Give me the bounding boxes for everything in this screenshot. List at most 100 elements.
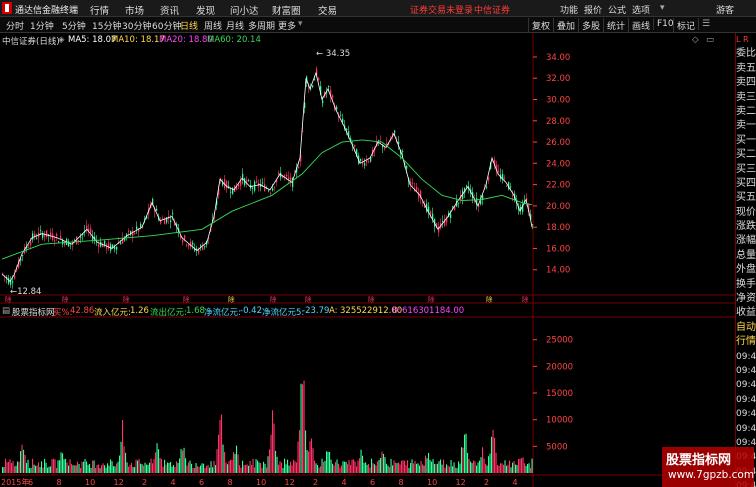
tab-1min[interactable]: 1分钟 xyxy=(30,19,54,32)
quote-field: 买三 xyxy=(736,163,756,175)
indicator-bar xyxy=(39,467,41,473)
candle-body xyxy=(140,223,142,228)
date-tick-label: 4 xyxy=(171,478,176,487)
menu-function[interactable]: 功能 xyxy=(560,3,578,16)
tab-daily[interactable]: 日线 xyxy=(180,19,198,32)
indicator-bar xyxy=(140,463,142,473)
indicator-bar xyxy=(9,459,11,473)
candle-body xyxy=(230,191,232,193)
candle-body xyxy=(378,140,380,141)
collapse-icon[interactable]: ▭ xyxy=(706,35,714,45)
indicator-bar xyxy=(261,467,263,473)
menu-quote[interactable]: 报价 xyxy=(584,3,602,16)
tab-more[interactable]: 更多 xyxy=(278,19,296,32)
candle-body xyxy=(136,226,138,230)
ma-settings-icon[interactable]: ◈ xyxy=(58,35,65,45)
indicator-bar xyxy=(405,465,407,473)
indicator-bar xyxy=(171,466,173,473)
net-flow5-value: -23.79 xyxy=(302,306,330,316)
indicator-menu-icon[interactable]: ▤ xyxy=(2,306,10,316)
stats-button[interactable]: 统计 xyxy=(603,18,628,33)
indicator-tick-label: 15000 xyxy=(546,389,573,399)
menu-market[interactable]: 市场 xyxy=(125,3,144,17)
tab-multi-period[interactable]: 多周期 xyxy=(248,19,275,32)
menu-quotes[interactable]: 行情 xyxy=(90,3,109,17)
login-notice[interactable]: 证券交易未登录 xyxy=(410,3,473,16)
net-flow5-label: 净流亿元5: xyxy=(262,308,305,318)
tab-monthly[interactable]: 月线 xyxy=(226,19,244,32)
indicator-bar xyxy=(182,450,184,473)
diamond-icon[interactable]: ◇ xyxy=(692,35,699,45)
indicator-bar xyxy=(429,459,431,473)
event-marker[interactable]: 除 xyxy=(228,295,235,304)
indicator-bar xyxy=(8,461,10,473)
menu-discover[interactable]: 发现 xyxy=(196,3,215,17)
indicator-bar xyxy=(275,450,277,473)
tab-weekly[interactable]: 周线 xyxy=(204,19,222,32)
candle-body xyxy=(394,130,396,133)
menu-trade[interactable]: 交易 xyxy=(318,3,337,17)
low-price-label: ←12.84 xyxy=(10,287,41,297)
indicator-bar xyxy=(375,465,377,473)
event-marker[interactable]: 除 xyxy=(368,295,375,304)
indicator-bar xyxy=(398,462,400,473)
indicator-name[interactable]: 股票指标网 xyxy=(12,306,55,318)
tab-30min[interactable]: 30分钟 xyxy=(122,19,151,32)
indicator-bar xyxy=(80,468,82,473)
indicator-bar xyxy=(467,452,469,473)
multi-stock-button[interactable]: 多股 xyxy=(578,18,603,33)
event-marker[interactable]: 除 xyxy=(270,295,277,304)
indicator-bar xyxy=(318,467,320,473)
indicator-bar xyxy=(74,465,76,473)
candle-body xyxy=(134,233,136,234)
indicator-bar xyxy=(339,467,341,473)
indicator-bar xyxy=(11,462,13,473)
menu-options[interactable]: 选项 xyxy=(632,3,650,16)
menu-wealth[interactable]: 财富圈 xyxy=(272,3,301,17)
menu-ask[interactable]: 问小达 xyxy=(230,3,259,17)
quote-panel: L R 委比 卖五 卖四 卖三 卖二 卖一 买一 买二 买三 买四 买五 现价 涨跌 涨幅 总量 外盘 换手 净资… xyxy=(735,33,756,487)
candle-body xyxy=(406,166,408,169)
tab-5min[interactable]: 5分钟 xyxy=(62,19,86,32)
mark-button[interactable]: 标记 xyxy=(673,18,698,33)
guest-label[interactable]: 游客 xyxy=(716,3,734,16)
indicator-axis: 5000 10000 15000 20000 25000 xyxy=(533,336,573,452)
price-line xyxy=(1,71,533,283)
event-marker[interactable]: 除 xyxy=(486,295,493,304)
panel-toggle[interactable]: L R xyxy=(736,33,756,47)
indicator-bar xyxy=(336,459,338,473)
indicator-bar xyxy=(411,459,413,473)
event-marker[interactable]: 除 xyxy=(62,295,69,304)
menu-news[interactable]: 资讯 xyxy=(160,3,179,17)
more-arrow-icon[interactable]: ▾ xyxy=(298,19,303,29)
expand-icon[interactable]: ☰ xyxy=(698,18,713,30)
event-marker[interactable]: 除 xyxy=(305,295,312,304)
indicator-bar xyxy=(249,460,251,473)
overlay-button[interactable]: 叠加 xyxy=(553,18,578,33)
dropdown-icon[interactable]: ▾ xyxy=(660,3,665,13)
indicator-bar xyxy=(84,459,86,473)
event-marker[interactable]: 除 xyxy=(183,295,190,304)
indicator-bar xyxy=(228,461,230,473)
indicator-bar xyxy=(5,458,7,473)
event-marker[interactable]: 除 xyxy=(428,295,435,304)
menu-formula[interactable]: 公式 xyxy=(608,3,626,16)
indicator-bar xyxy=(474,461,476,473)
event-marker[interactable]: 除 xyxy=(522,295,529,304)
date-tick-label: 12 xyxy=(114,478,124,487)
indicator-bar xyxy=(78,464,80,473)
date-tick-label: 2 xyxy=(313,478,318,487)
chart-canvas[interactable]: 14.00 16.00 18.00 20.00 22.00 24.00 26.00 28.00… xyxy=(0,33,735,487)
indicator-bar xyxy=(320,466,322,473)
tab-tick[interactable]: 分时 xyxy=(6,19,24,32)
adjust-button[interactable]: 复权 xyxy=(528,18,553,33)
tab-15min[interactable]: 15分钟 xyxy=(92,19,121,32)
tab-60min[interactable]: 60分钟 xyxy=(152,19,181,32)
indicator-bar xyxy=(516,464,518,473)
indicator-bar xyxy=(246,464,248,473)
broker-name[interactable]: 中信证券 xyxy=(474,3,510,16)
draw-button[interactable]: 画线 xyxy=(628,18,653,33)
candle-body xyxy=(458,202,460,204)
candle-body xyxy=(98,243,100,247)
event-marker[interactable]: 除 xyxy=(123,295,130,304)
